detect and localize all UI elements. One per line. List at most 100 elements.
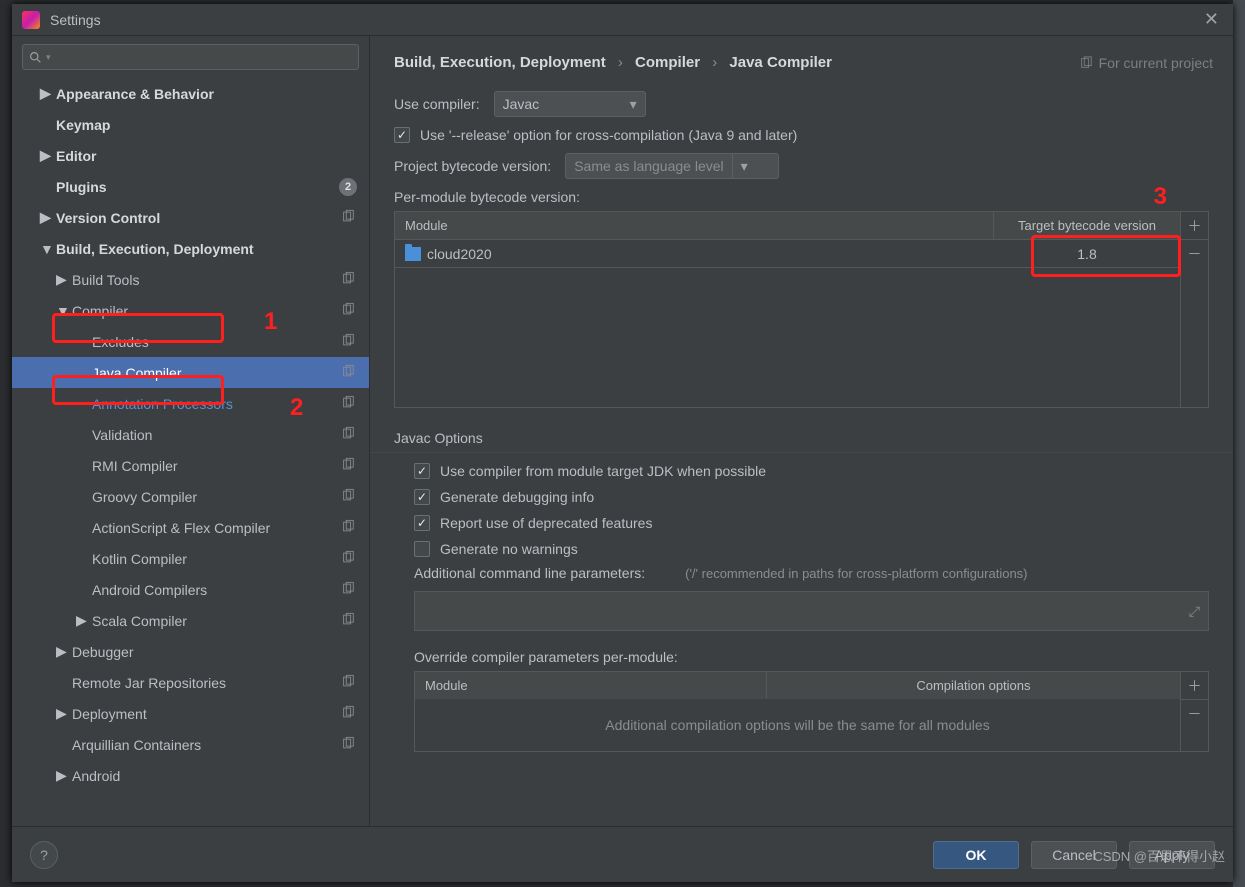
expand-icon: ▶ <box>40 209 50 226</box>
per-project-icon <box>341 333 355 350</box>
use-compiler-select[interactable]: Javac ▾ <box>494 91 646 117</box>
sidebar-item[interactable]: Groovy Compiler <box>12 481 369 512</box>
project-bytecode-select[interactable]: Same as language level ▾ <box>565 153 779 179</box>
javac-options-title: Javac Options <box>394 430 1209 446</box>
sidebar-item[interactable]: Validation <box>12 419 369 450</box>
use-compiler-label: Use compiler: <box>394 96 480 112</box>
sidebar-item[interactable]: ▶Scala Compiler <box>12 605 369 636</box>
breadcrumb: Build, Execution, Deployment › Compiler … <box>394 54 832 71</box>
per-project-icon <box>341 736 355 753</box>
per-project-icon <box>341 581 355 598</box>
sidebar-item[interactable]: ActionScript & Flex Compiler <box>12 512 369 543</box>
project-bytecode-label: Project bytecode version: <box>394 158 551 174</box>
sidebar-item[interactable]: ▶Editor <box>12 140 369 171</box>
additional-params-input[interactable]: ⤢ <box>414 591 1209 631</box>
sidebar-item-label: Scala Compiler <box>92 613 187 629</box>
per-project-icon <box>341 488 355 505</box>
sidebar-item[interactable]: Arquillian Containers <box>12 729 369 760</box>
chevron-down-icon: ▾ <box>630 96 637 113</box>
sidebar-item[interactable]: Keymap <box>12 109 369 140</box>
sidebar-item[interactable]: Excludes <box>12 326 369 357</box>
settings-tree[interactable]: ▶Appearance & BehaviorKeymap▶EditorPlugi… <box>12 78 369 826</box>
titlebar: Settings ✕ <box>12 4 1233 36</box>
report-deprecated-checkbox[interactable] <box>414 515 430 531</box>
per-module-label: Per-module bytecode version: <box>394 189 1209 205</box>
table-row[interactable]: cloud2020 1.8 <box>395 239 1180 267</box>
expand-icon[interactable]: ⤢ <box>1189 603 1200 620</box>
sidebar-item-label: Plugins <box>56 179 107 195</box>
per-project-icon <box>341 271 355 288</box>
additional-params-label: Additional command line parameters: <box>414 565 645 581</box>
expand-icon: ▶ <box>56 271 66 288</box>
sidebar-item[interactable]: Annotation Processors <box>12 388 369 419</box>
additional-params-hint: ('/' recommended in paths for cross-plat… <box>685 566 1027 581</box>
per-project-icon <box>341 674 355 691</box>
sidebar-item[interactable]: ▶ Debugger <box>12 636 369 667</box>
chevron-down-icon: ▾ <box>741 158 748 175</box>
folder-icon <box>405 247 421 261</box>
settings-main: Build, Execution, Deployment › Compiler … <box>370 36 1233 826</box>
use-module-jdk-checkbox[interactable] <box>414 463 430 479</box>
sidebar-item-label: Validation <box>92 427 152 443</box>
badge: 2 <box>339 178 357 196</box>
expand-icon: ▶ <box>56 767 66 784</box>
no-warnings-checkbox[interactable] <box>414 541 430 557</box>
add-row-button[interactable]: ＋ <box>1181 212 1208 240</box>
sidebar-item[interactable]: ▶ Deployment <box>12 698 369 729</box>
override-placeholder: Additional compilation options will be t… <box>415 699 1180 751</box>
dialog-footer: ? OK Cancel Apply <box>12 826 1233 882</box>
sidebar-item-label: Kotlin Compiler <box>92 551 187 567</box>
sidebar-item[interactable]: Android Compilers <box>12 574 369 605</box>
per-project-icon <box>341 395 355 412</box>
target-bytecode-cell[interactable]: 1.8 <box>994 242 1180 266</box>
settings-sidebar: ▾ ▶Appearance & BehaviorKeymap▶EditorPlu… <box>12 36 370 826</box>
generate-debug-checkbox[interactable] <box>414 489 430 505</box>
sidebar-item-label: Excludes <box>92 334 149 350</box>
sidebar-item[interactable]: Remote Jar Repositories <box>12 667 369 698</box>
sidebar-item[interactable]: RMI Compiler <box>12 450 369 481</box>
remove-row-button[interactable]: － <box>1181 240 1208 268</box>
per-project-icon <box>341 209 355 226</box>
sidebar-item[interactable]: ▼Compiler <box>12 295 369 326</box>
sidebar-item[interactable]: Kotlin Compiler <box>12 543 369 574</box>
sidebar-item[interactable]: Java Compiler <box>12 357 369 388</box>
sidebar-item-label: Debugger <box>72 644 134 660</box>
sidebar-item[interactable]: ▶Android <box>12 760 369 791</box>
sidebar-item[interactable]: ▶ Appearance & Behavior <box>12 78 369 109</box>
sidebar-item[interactable]: ▶Version Control <box>12 202 369 233</box>
search-icon <box>29 51 42 64</box>
column-target: Target bytecode version <box>994 212 1180 239</box>
window-title: Settings <box>50 12 101 28</box>
per-project-icon <box>341 705 355 722</box>
per-project-icon <box>341 519 355 536</box>
per-project-icon <box>341 550 355 567</box>
release-option-checkbox[interactable] <box>394 127 410 143</box>
help-button[interactable]: ? <box>30 841 58 869</box>
per-project-icon <box>341 426 355 443</box>
sidebar-item-label: Build Tools <box>72 272 139 288</box>
sidebar-item-label: Deployment <box>72 706 147 722</box>
expand-icon: ▶ <box>40 147 50 164</box>
expand-icon: ▶ <box>56 705 66 722</box>
close-icon[interactable]: ✕ <box>1200 9 1223 30</box>
sidebar-item-label: Appearance & Behavior <box>56 86 214 102</box>
per-project-icon <box>341 364 355 381</box>
per-project-icon <box>341 612 355 629</box>
override-label: Override compiler parameters per-module: <box>414 649 1209 665</box>
sidebar-item[interactable]: ▼Build, Execution, Deployment <box>12 233 369 264</box>
search-input[interactable]: ▾ <box>22 44 359 70</box>
ok-button[interactable]: OK <box>933 841 1019 869</box>
sidebar-item[interactable]: ▶ Build Tools <box>12 264 369 295</box>
override-table: Module Compilation options Additional co… <box>414 671 1181 752</box>
per-module-table: Module Target bytecode version cloud2020… <box>394 211 1181 408</box>
override-add-button[interactable]: ＋ <box>1181 672 1208 700</box>
sidebar-item-label: Android Compilers <box>92 582 207 598</box>
sidebar-item-label: Build, Execution, Deployment <box>56 241 254 257</box>
expand-icon: ▶ <box>40 85 50 102</box>
release-option-label: Use '--release' option for cross-compila… <box>420 127 797 143</box>
sidebar-item[interactable]: Plugins 2 <box>12 171 369 202</box>
sidebar-item-label: Groovy Compiler <box>92 489 197 505</box>
sidebar-item-label: Annotation Processors <box>92 396 233 412</box>
override-remove-button[interactable]: － <box>1181 700 1208 728</box>
expand-icon: ▶ <box>56 643 66 660</box>
